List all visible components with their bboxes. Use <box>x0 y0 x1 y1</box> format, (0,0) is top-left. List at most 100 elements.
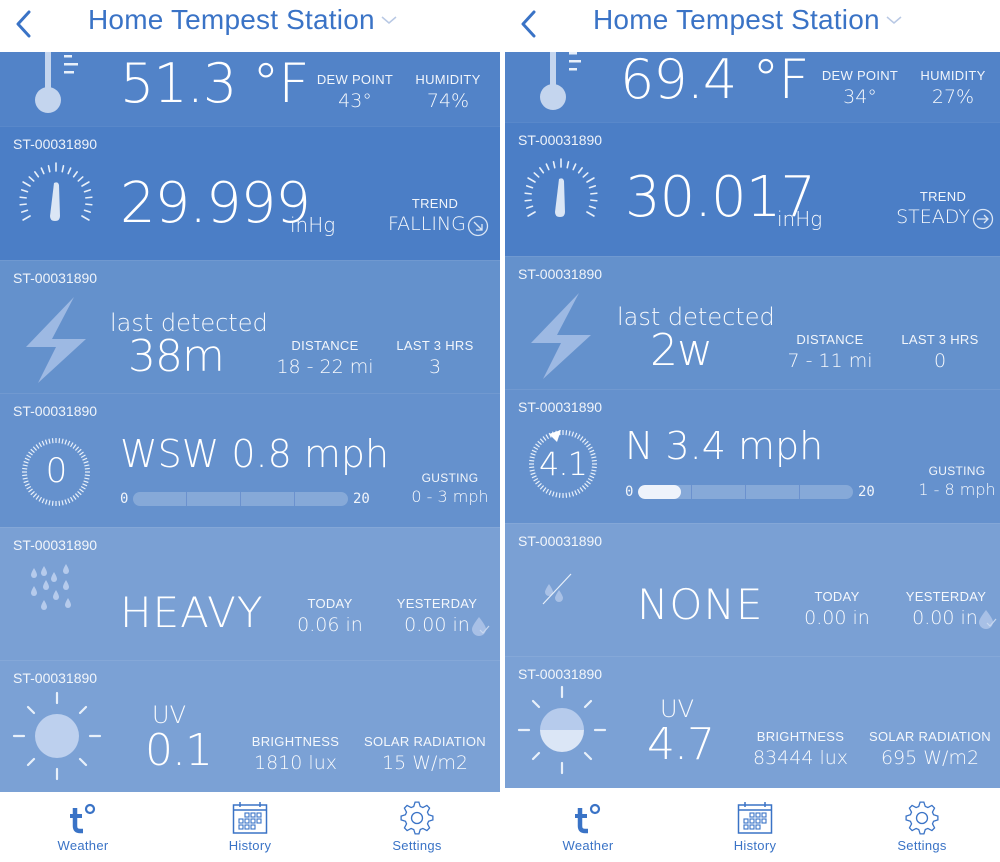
station-selector[interactable]: Home Tempest Station <box>593 4 902 36</box>
thermometer-icon <box>540 52 581 110</box>
wind-speed-bar <box>638 485 853 499</box>
uv-panel[interactable]: ST-00031890 UV 4.7 BRIGHTNESS 83444 lux … <box>505 656 1000 788</box>
station-selector[interactable]: Home Tempest Station <box>88 4 397 36</box>
rain-check-icon <box>472 616 490 636</box>
calendar-icon <box>232 802 268 834</box>
pressure-panel[interactable]: ST-00031890 30.017 inHg TREND STEADY <box>505 122 1000 256</box>
pressure-value: 29.999 <box>120 171 311 236</box>
nav-header: Home Tempest Station <box>0 0 500 52</box>
back-button[interactable] <box>513 6 543 42</box>
tab-history[interactable]: History <box>705 800 805 853</box>
rain-intensity: NONE <box>637 579 764 629</box>
wind-speed-direction: WSW 0.8 mph <box>120 432 390 476</box>
tab-weather[interactable]: Weather <box>33 800 133 853</box>
station-id: ST-00031890 <box>518 399 603 415</box>
rain-yesterday-label: YESTERDAY <box>905 588 987 604</box>
trend-value: FALLING <box>388 213 466 235</box>
rain-panel[interactable]: ST-00031890 NONE TODAY 0.00 in YESTERDAY… <box>505 522 1000 656</box>
trend-label: TREND <box>411 196 459 211</box>
humidity-value: 74% <box>426 90 470 112</box>
dew-point-label: DEW POINT <box>821 68 899 83</box>
sun-icon <box>517 685 607 775</box>
page-title: Home Tempest Station <box>88 4 375 35</box>
rain-yesterday-label: YESTERDAY <box>396 595 478 611</box>
lightning-panel[interactable]: ST-00031890 last detected 2w DISTANCE 7 … <box>505 255 1000 389</box>
tab-bar: Weather History Settings <box>505 792 1000 862</box>
chevron-left-icon <box>521 10 536 38</box>
gusting-value: 1 - 8 mph <box>918 480 996 499</box>
gusting-value: 0 - 3 mph <box>411 487 489 506</box>
brightness-label: BRIGHTNESS <box>251 734 340 749</box>
station-id: ST-00031890 <box>13 403 98 419</box>
wind-dial-value: 4.1 <box>539 445 588 483</box>
temperature-panel[interactable]: 51.3 °F DEW POINT 43° HUMIDITY 74% <box>0 52 500 126</box>
uv-panel[interactable]: ST-00031890 UV 0.1 BRIGHTNESS 1810 lux S… <box>0 660 500 792</box>
tab-history[interactable]: History <box>200 800 300 853</box>
distance-label: DISTANCE <box>796 331 864 347</box>
back-button[interactable] <box>8 6 38 42</box>
distance-value: 18 - 22 mi <box>276 355 374 378</box>
tab-label: History <box>228 838 272 853</box>
gear-icon <box>400 801 434 835</box>
trend-label: TREND <box>919 189 967 204</box>
lightning-last-detected: 38m <box>128 330 225 382</box>
tab-label: Settings <box>392 838 442 853</box>
station-id: ST-00031890 <box>13 536 98 553</box>
distance-value: 7 - 11 mi <box>787 349 873 372</box>
gear-icon <box>905 801 939 835</box>
tab-bar: Weather History Settings <box>0 792 500 862</box>
lightning-panel[interactable]: ST-00031890 last detected 38m DISTANCE 1… <box>0 259 500 393</box>
last-3-hrs-label: LAST 3 HRS <box>901 331 979 347</box>
heavy-rain-icon <box>31 563 71 610</box>
page-title: Home Tempest Station <box>593 4 880 35</box>
tab-settings[interactable]: Settings <box>872 800 972 853</box>
brightness-value: 83444 lux <box>752 747 849 769</box>
station-id: ST-00031890 <box>13 269 98 286</box>
trend-value: STEADY <box>896 206 970 228</box>
station-id: ST-00031890 <box>518 666 603 682</box>
rain-today-value: 0.06 in <box>297 613 363 636</box>
uv-index-value: 0.1 <box>145 725 213 776</box>
distance-label: DISTANCE <box>291 337 359 353</box>
tab-label: Weather <box>562 838 614 853</box>
humidity-label: HUMIDITY <box>415 72 481 87</box>
station-id: ST-00031890 <box>518 532 603 549</box>
solar-radiation-label: SOLAR RADIATION <box>868 729 991 744</box>
sun-icon <box>12 691 102 781</box>
dew-point-value: 43° <box>338 90 372 112</box>
rain-check-icon <box>979 609 997 629</box>
rain-panel[interactable]: ST-00031890 HEAVY TODAY 0.06 in YESTERDA… <box>0 526 500 660</box>
chevron-down-icon <box>381 16 397 24</box>
pressure-unit: inHg <box>777 207 823 231</box>
rain-intensity: HEAVY <box>120 587 264 637</box>
wind-dial-value: 0 <box>45 451 68 491</box>
station-id: ST-00031890 <box>518 132 603 148</box>
nav-header: Home Tempest Station <box>505 0 1000 52</box>
solar-radiation-label: SOLAR RADIATION <box>363 734 486 749</box>
rain-today-value: 0.00 in <box>804 606 870 629</box>
temperature-value: 69.4 °F <box>620 52 809 111</box>
wind-bar-min: 0 <box>625 484 634 500</box>
arrow-down-right-circle-icon <box>467 215 489 237</box>
tab-weather[interactable]: Weather <box>538 800 638 853</box>
brightness-label: BRIGHTNESS <box>756 729 845 744</box>
temperature-panel[interactable]: 69.4 °F DEW POINT 34° HUMIDITY 27% <box>505 52 1000 122</box>
wind-panel[interactable]: ST-00031890 4.1 N 3.4 mph 0 20 GUSTING 1… <box>505 389 1000 523</box>
pressure-panel[interactable]: ST-00031890 29.999 inHg TREND FALLING <box>0 126 500 260</box>
tempest-logo-icon <box>575 803 601 834</box>
wind-panel[interactable]: ST-00031890 0 WSW 0.8 mph 0 20 GUSTING 0… <box>0 393 500 527</box>
gusting-label: GUSTING <box>928 464 986 478</box>
dew-point-value: 34° <box>843 86 877 108</box>
wind-speed-direction: N 3.4 mph <box>625 424 824 468</box>
lightning-last-detected: 2w <box>650 324 713 376</box>
thermometer-icon <box>35 52 78 113</box>
brightness-value: 1810 lux <box>254 752 337 774</box>
solar-radiation-value: 15 W/m2 <box>381 752 468 774</box>
tab-label: Settings <box>897 838 947 853</box>
last-3-hrs-value: 3 <box>428 355 442 378</box>
wind-bar-max: 20 <box>858 484 875 500</box>
wind-bar-max: 20 <box>353 491 370 507</box>
lightning-bolt-icon <box>26 296 86 383</box>
rain-yesterday-value: 0.00 in <box>912 606 978 629</box>
tab-settings[interactable]: Settings <box>367 800 467 853</box>
